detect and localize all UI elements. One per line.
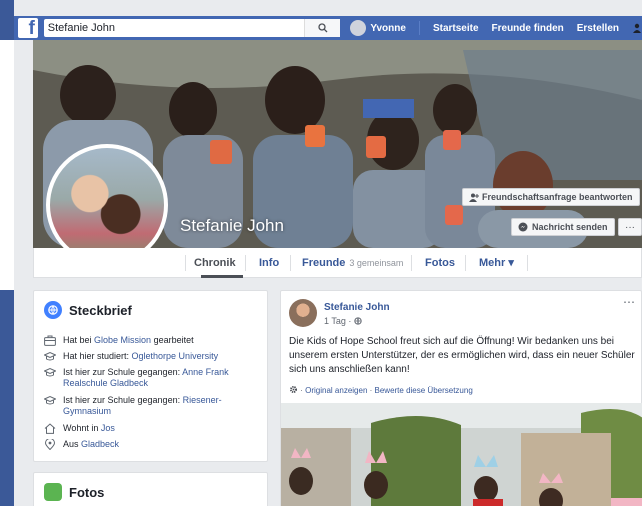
intro-card: Steckbrief Hat bei Globe Mission gearbei…	[33, 290, 268, 462]
briefcase-icon	[44, 335, 56, 346]
tab-chronik[interactable]: Chronik	[194, 248, 236, 277]
top-nav: Yvonne Startseite Freunde finden Erstell…	[350, 20, 642, 36]
translate-separator: ·	[367, 386, 375, 395]
active-tab-indicator	[201, 275, 243, 278]
left-background-panel	[0, 40, 14, 290]
intro-school-1: Ist hier zur Schule gegangen: Anne Frank…	[44, 367, 229, 389]
tab-fotos[interactable]: Fotos	[425, 248, 455, 277]
post-meta: 1 Tag ·	[324, 316, 362, 326]
graduation-cap-icon	[44, 395, 56, 405]
tab-info[interactable]: Info	[259, 248, 279, 277]
tab-divider	[290, 255, 291, 271]
intro-from: Aus Gladbeck	[44, 439, 119, 450]
redaction-block	[363, 99, 414, 118]
nav-user-name[interactable]: Yvonne	[370, 23, 406, 34]
post-author-name[interactable]: Stefanie John	[324, 302, 390, 313]
nav-home[interactable]: Startseite	[433, 23, 479, 34]
facebook-logo[interactable]: f	[18, 18, 38, 38]
intro-work-prefix: Hat bei	[63, 335, 95, 345]
post-timestamp[interactable]: 1 Tag ·	[324, 316, 354, 326]
nav-create[interactable]: Erstellen	[577, 23, 619, 34]
graduation-cap-icon	[44, 351, 56, 361]
message-button[interactable]: Nachricht senden	[511, 218, 615, 236]
intro-header: Steckbrief	[44, 301, 132, 319]
tab-divider	[465, 255, 466, 271]
tab-freunde-label: Freunde	[302, 256, 346, 269]
photos-header: Fotos	[44, 483, 104, 501]
profile-tab-bar: Chronik Info Freunde 3 gemeinsam Fotos M…	[33, 248, 642, 278]
tab-divider	[245, 255, 246, 271]
intro-school-1-link[interactable]: Anne Frank	[182, 367, 229, 377]
intro-from-prefix: Aus	[63, 439, 82, 449]
friend-request-label: Freundschaftsanfrage beantworten	[482, 192, 633, 202]
show-original-link[interactable]: Original anzeigen	[305, 386, 367, 395]
more-options-button[interactable]: ···	[618, 218, 642, 236]
intro-title: Steckbrief	[69, 302, 132, 318]
intro-university: Hat hier studiert: Oglethorpe University	[44, 351, 218, 362]
friend-request-button[interactable]: Freundschaftsanfrage beantworten	[462, 188, 640, 206]
nav-find-friends[interactable]: Freunde finden	[492, 23, 564, 34]
post-photo-image	[281, 403, 642, 506]
tab-freunde[interactable]: Freunde 3 gemeinsam	[302, 248, 403, 277]
public-globe-icon[interactable]	[354, 317, 362, 325]
post-author-avatar[interactable]	[289, 299, 317, 327]
search-input[interactable]	[43, 20, 305, 36]
intro-lives-in: Wohnt in Jos	[44, 423, 115, 434]
home-icon	[44, 423, 56, 434]
intro-school-2-link-cont[interactable]: Gymnasium	[63, 406, 111, 416]
message-label: Nachricht senden	[532, 222, 608, 232]
post-options-icon[interactable]: ⋯	[623, 295, 635, 309]
translation-links: · Original anzeigen · Bewerte diese Über…	[289, 385, 473, 395]
intro-school-1-prefix: Ist hier zur Schule gegangen:	[63, 367, 183, 377]
photos-card: Fotos	[33, 472, 268, 506]
tab-divider	[185, 255, 186, 271]
globe-icon	[44, 301, 62, 319]
intro-lives-in-prefix: Wohnt in	[63, 423, 101, 433]
tab-divider	[411, 255, 412, 271]
top-bar: f Yvonne Startseite Freunde finden Erste…	[14, 16, 642, 40]
intro-work-link[interactable]: Globe Mission	[94, 335, 151, 345]
tab-divider	[527, 255, 528, 271]
friends-icon[interactable]	[632, 23, 642, 33]
intro-university-prefix: Hat hier studiert:	[63, 351, 132, 361]
nav-divider	[418, 21, 420, 35]
search-icon	[318, 23, 328, 33]
user-avatar[interactable]	[350, 20, 367, 36]
intro-work: Hat bei Globe Mission gearbeitet	[44, 335, 194, 346]
gear-icon	[289, 385, 298, 394]
photos-title[interactable]: Fotos	[69, 485, 104, 500]
intro-university-link[interactable]: Oglethorpe University	[132, 351, 219, 361]
intro-work-suffix: gearbeitet	[151, 335, 194, 345]
intro-lives-in-link[interactable]: Jos	[101, 423, 115, 433]
mutual-friends-count: 3 gemeinsam	[349, 257, 404, 268]
post-text: Die Kids of Hope School freut sich auf d…	[289, 336, 635, 375]
add-friend-icon	[469, 193, 479, 202]
profile-name: Stefanie John	[180, 216, 284, 235]
intro-school-2-link[interactable]: Riesener-	[183, 395, 222, 405]
post-card: Stefanie John 1 Tag · ⋯ Die Kids of Hope…	[280, 290, 642, 506]
post-photo[interactable]	[281, 403, 642, 506]
intro-school-1-link-cont[interactable]: Realschule Gladbeck	[63, 378, 148, 388]
search-button[interactable]	[304, 19, 341, 37]
intro-school-2-prefix: Ist hier zur Schule gegangen:	[63, 395, 183, 405]
location-pin-icon	[44, 439, 56, 450]
search-box	[43, 19, 341, 37]
rate-translation-link[interactable]: Bewerte diese Übersetzung	[375, 386, 473, 395]
tab-mehr[interactable]: Mehr ▾	[479, 248, 514, 277]
messenger-icon	[518, 222, 528, 232]
graduation-cap-icon	[44, 367, 56, 377]
intro-from-link[interactable]: Gladbeck	[81, 439, 119, 449]
photos-icon	[44, 483, 62, 501]
intro-school-2: Ist hier zur Schule gegangen: Riesener- G…	[44, 395, 222, 417]
